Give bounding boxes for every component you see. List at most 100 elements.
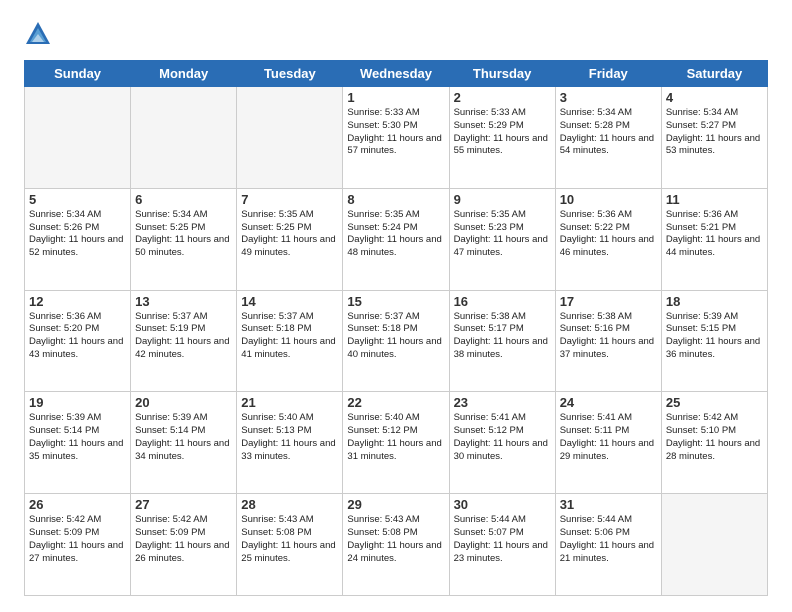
cell-info: Sunrise: 5:42 AM Sunset: 5:09 PM Dayligh… xyxy=(29,514,126,565)
day-number: 9 xyxy=(454,192,551,207)
day-number: 12 xyxy=(29,294,126,309)
calendar-cell: 2 Sunrise: 5:33 AM Sunset: 5:29 PM Daylig… xyxy=(449,87,555,189)
cell-info: Sunrise: 5:39 AM Sunset: 5:14 PM Dayligh… xyxy=(135,412,232,463)
day-number: 8 xyxy=(347,192,444,207)
calendar-cell: 13 Sunrise: 5:37 AM Sunset: 5:19 PM Dayli… xyxy=(131,290,237,392)
day-number: 23 xyxy=(454,395,551,410)
day-number: 18 xyxy=(666,294,763,309)
day-number: 31 xyxy=(560,497,657,512)
day-number: 11 xyxy=(666,192,763,207)
calendar-cell: 4 Sunrise: 5:34 AM Sunset: 5:27 PM Daylig… xyxy=(661,87,767,189)
logo xyxy=(24,20,56,48)
day-number: 13 xyxy=(135,294,232,309)
cell-info: Sunrise: 5:44 AM Sunset: 5:07 PM Dayligh… xyxy=(454,514,551,565)
calendar-cell: 14 Sunrise: 5:37 AM Sunset: 5:18 PM Dayli… xyxy=(237,290,343,392)
day-number: 3 xyxy=(560,90,657,105)
calendar-cell: 22 Sunrise: 5:40 AM Sunset: 5:12 PM Dayli… xyxy=(343,392,449,494)
cell-info: Sunrise: 5:35 AM Sunset: 5:25 PM Dayligh… xyxy=(241,209,338,260)
day-number: 6 xyxy=(135,192,232,207)
calendar-cell: 8 Sunrise: 5:35 AM Sunset: 5:24 PM Daylig… xyxy=(343,188,449,290)
day-number: 15 xyxy=(347,294,444,309)
calendar-cell: 18 Sunrise: 5:39 AM Sunset: 5:15 PM Dayli… xyxy=(661,290,767,392)
day-number: 24 xyxy=(560,395,657,410)
cell-info: Sunrise: 5:37 AM Sunset: 5:18 PM Dayligh… xyxy=(241,311,338,362)
cell-info: Sunrise: 5:40 AM Sunset: 5:13 PM Dayligh… xyxy=(241,412,338,463)
week-row-4: 19 Sunrise: 5:39 AM Sunset: 5:14 PM Dayli… xyxy=(25,392,768,494)
calendar-cell: 10 Sunrise: 5:36 AM Sunset: 5:22 PM Dayli… xyxy=(555,188,661,290)
week-row-3: 12 Sunrise: 5:36 AM Sunset: 5:20 PM Dayli… xyxy=(25,290,768,392)
week-row-5: 26 Sunrise: 5:42 AM Sunset: 5:09 PM Dayli… xyxy=(25,494,768,596)
day-number: 27 xyxy=(135,497,232,512)
day-header-sunday: Sunday xyxy=(25,61,131,87)
cell-info: Sunrise: 5:34 AM Sunset: 5:27 PM Dayligh… xyxy=(666,107,763,158)
calendar-cell: 28 Sunrise: 5:43 AM Sunset: 5:08 PM Dayli… xyxy=(237,494,343,596)
day-number: 21 xyxy=(241,395,338,410)
cell-info: Sunrise: 5:40 AM Sunset: 5:12 PM Dayligh… xyxy=(347,412,444,463)
day-number: 2 xyxy=(454,90,551,105)
day-header-monday: Monday xyxy=(131,61,237,87)
cell-info: Sunrise: 5:36 AM Sunset: 5:20 PM Dayligh… xyxy=(29,311,126,362)
day-number: 25 xyxy=(666,395,763,410)
cell-info: Sunrise: 5:44 AM Sunset: 5:06 PM Dayligh… xyxy=(560,514,657,565)
day-number: 26 xyxy=(29,497,126,512)
day-number: 1 xyxy=(347,90,444,105)
calendar-cell: 25Sunrise: 5:42 AM Sunset: 5:10 PM Dayli… xyxy=(661,392,767,494)
week-row-2: 5Sunrise: 5:34 AM Sunset: 5:26 PM Daylig… xyxy=(25,188,768,290)
cell-info: Sunrise: 5:37 AM Sunset: 5:18 PM Dayligh… xyxy=(347,311,444,362)
day-header-tuesday: Tuesday xyxy=(237,61,343,87)
day-number: 14 xyxy=(241,294,338,309)
day-header-friday: Friday xyxy=(555,61,661,87)
calendar-cell xyxy=(131,87,237,189)
calendar-cell: 31 Sunrise: 5:44 AM Sunset: 5:06 PM Dayli… xyxy=(555,494,661,596)
calendar-cell: 11 Sunrise: 5:36 AM Sunset: 5:21 PM Dayli… xyxy=(661,188,767,290)
calendar-cell: 26 Sunrise: 5:42 AM Sunset: 5:09 PM Dayli… xyxy=(25,494,131,596)
cell-info: Sunrise: 5:39 AM Sunset: 5:15 PM Dayligh… xyxy=(666,311,763,362)
cell-info: Sunrise: 5:41 AM Sunset: 5:12 PM Dayligh… xyxy=(454,412,551,463)
day-header-saturday: Saturday xyxy=(661,61,767,87)
cell-info: Sunrise: 5:36 AM Sunset: 5:22 PM Dayligh… xyxy=(560,209,657,260)
cell-info: Sunrise: 5:38 AM Sunset: 5:17 PM Dayligh… xyxy=(454,311,551,362)
calendar-cell: 23 Sunrise: 5:41 AM Sunset: 5:12 PM Dayli… xyxy=(449,392,555,494)
day-number: 4 xyxy=(666,90,763,105)
cell-info: Sunrise: 5:33 AM Sunset: 5:29 PM Dayligh… xyxy=(454,107,551,158)
day-number: 5 xyxy=(29,192,126,207)
calendar-cell: 12 Sunrise: 5:36 AM Sunset: 5:20 PM Dayli… xyxy=(25,290,131,392)
calendar-cell: 30 Sunrise: 5:44 AM Sunset: 5:07 PM Dayli… xyxy=(449,494,555,596)
calendar-cell: 20Sunrise: 5:39 AM Sunset: 5:14 PM Dayli… xyxy=(131,392,237,494)
cell-info: Sunrise: 5:34 AM Sunset: 5:25 PM Dayligh… xyxy=(135,209,232,260)
calendar-cell: 16 Sunrise: 5:38 AM Sunset: 5:17 PM Dayli… xyxy=(449,290,555,392)
calendar-table: SundayMondayTuesdayWednesdayThursdayFrid… xyxy=(24,60,768,596)
calendar-cell: 17Sunrise: 5:38 AM Sunset: 5:16 PM Dayli… xyxy=(555,290,661,392)
cell-info: Sunrise: 5:35 AM Sunset: 5:23 PM Dayligh… xyxy=(454,209,551,260)
day-number: 28 xyxy=(241,497,338,512)
cell-info: Sunrise: 5:37 AM Sunset: 5:19 PM Dayligh… xyxy=(135,311,232,362)
calendar-cell: 7Sunrise: 5:35 AM Sunset: 5:25 PM Daylig… xyxy=(237,188,343,290)
cell-info: Sunrise: 5:43 AM Sunset: 5:08 PM Dayligh… xyxy=(241,514,338,565)
calendar-cell: 27Sunrise: 5:42 AM Sunset: 5:09 PM Dayli… xyxy=(131,494,237,596)
day-number: 10 xyxy=(560,192,657,207)
calendar-header-row: SundayMondayTuesdayWednesdayThursdayFrid… xyxy=(25,61,768,87)
cell-info: Sunrise: 5:33 AM Sunset: 5:30 PM Dayligh… xyxy=(347,107,444,158)
day-number: 16 xyxy=(454,294,551,309)
cell-info: Sunrise: 5:36 AM Sunset: 5:21 PM Dayligh… xyxy=(666,209,763,260)
calendar-cell xyxy=(25,87,131,189)
calendar-cell: 6 Sunrise: 5:34 AM Sunset: 5:25 PM Daylig… xyxy=(131,188,237,290)
cell-info: Sunrise: 5:34 AM Sunset: 5:28 PM Dayligh… xyxy=(560,107,657,158)
cell-info: Sunrise: 5:38 AM Sunset: 5:16 PM Dayligh… xyxy=(560,311,657,362)
header xyxy=(24,20,768,48)
calendar-cell xyxy=(661,494,767,596)
calendar-cell: 21 Sunrise: 5:40 AM Sunset: 5:13 PM Dayli… xyxy=(237,392,343,494)
cell-info: Sunrise: 5:39 AM Sunset: 5:14 PM Dayligh… xyxy=(29,412,126,463)
day-number: 22 xyxy=(347,395,444,410)
calendar-cell: 24 Sunrise: 5:41 AM Sunset: 5:11 PM Dayli… xyxy=(555,392,661,494)
calendar-cell: 29Sunrise: 5:43 AM Sunset: 5:08 PM Dayli… xyxy=(343,494,449,596)
cell-info: Sunrise: 5:35 AM Sunset: 5:24 PM Dayligh… xyxy=(347,209,444,260)
day-number: 29 xyxy=(347,497,444,512)
calendar-cell: 5Sunrise: 5:34 AM Sunset: 5:26 PM Daylig… xyxy=(25,188,131,290)
calendar-body: 1 Sunrise: 5:33 AM Sunset: 5:30 PM Daylig… xyxy=(25,87,768,596)
calendar-cell: 3 Sunrise: 5:34 AM Sunset: 5:28 PM Daylig… xyxy=(555,87,661,189)
day-number: 30 xyxy=(454,497,551,512)
page: SundayMondayTuesdayWednesdayThursdayFrid… xyxy=(0,0,792,612)
day-number: 19 xyxy=(29,395,126,410)
cell-info: Sunrise: 5:41 AM Sunset: 5:11 PM Dayligh… xyxy=(560,412,657,463)
